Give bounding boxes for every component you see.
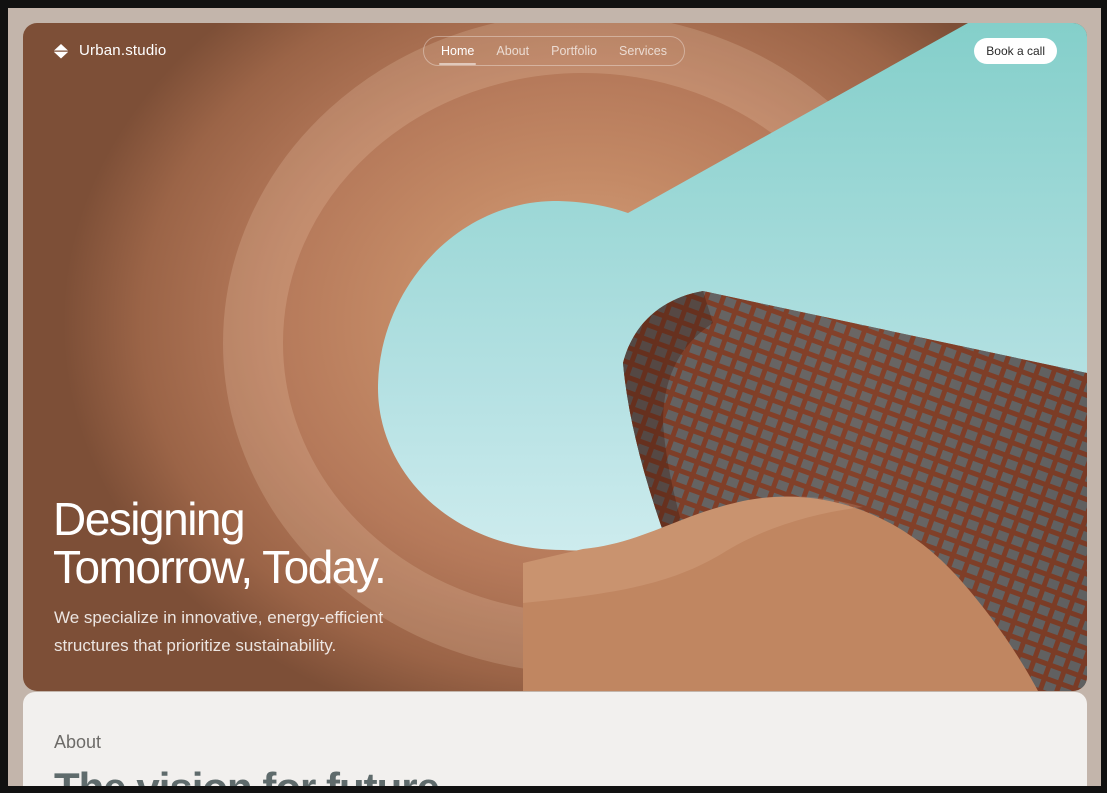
- hero-headline-line-2: Tomorrow, Today.: [53, 541, 387, 593]
- hero-section: Urban.studio Home About Portfolio Servic…: [23, 23, 1087, 691]
- about-label: About: [54, 732, 102, 752]
- browser-frame: Urban.studio Home About Portfolio Servic…: [8, 8, 1101, 786]
- brand[interactable]: Urban.studio: [53, 42, 166, 59]
- about-section: About The vision for future: [23, 692, 1087, 786]
- nav-item-about[interactable]: About: [494, 40, 531, 62]
- about-title: The vision for future: [54, 764, 440, 786]
- hero-subtext: We specialize in innovative, energy-effi…: [54, 608, 384, 655]
- hero-headline-line-1: Designing: [53, 493, 246, 545]
- brand-name: Urban.studio: [79, 42, 167, 59]
- nav-item-home[interactable]: Home: [439, 40, 477, 65]
- stacked-chevron-up-icon: [54, 43, 68, 58]
- nav-item-portfolio[interactable]: Portfolio: [549, 40, 599, 62]
- main-nav: Home About Portfolio Services: [423, 36, 685, 66]
- book-a-call-button[interactable]: Book a call: [974, 38, 1057, 64]
- nav-item-services[interactable]: Services: [617, 40, 669, 62]
- hero-headline: Designing Tomorrow, Today.: [53, 493, 387, 593]
